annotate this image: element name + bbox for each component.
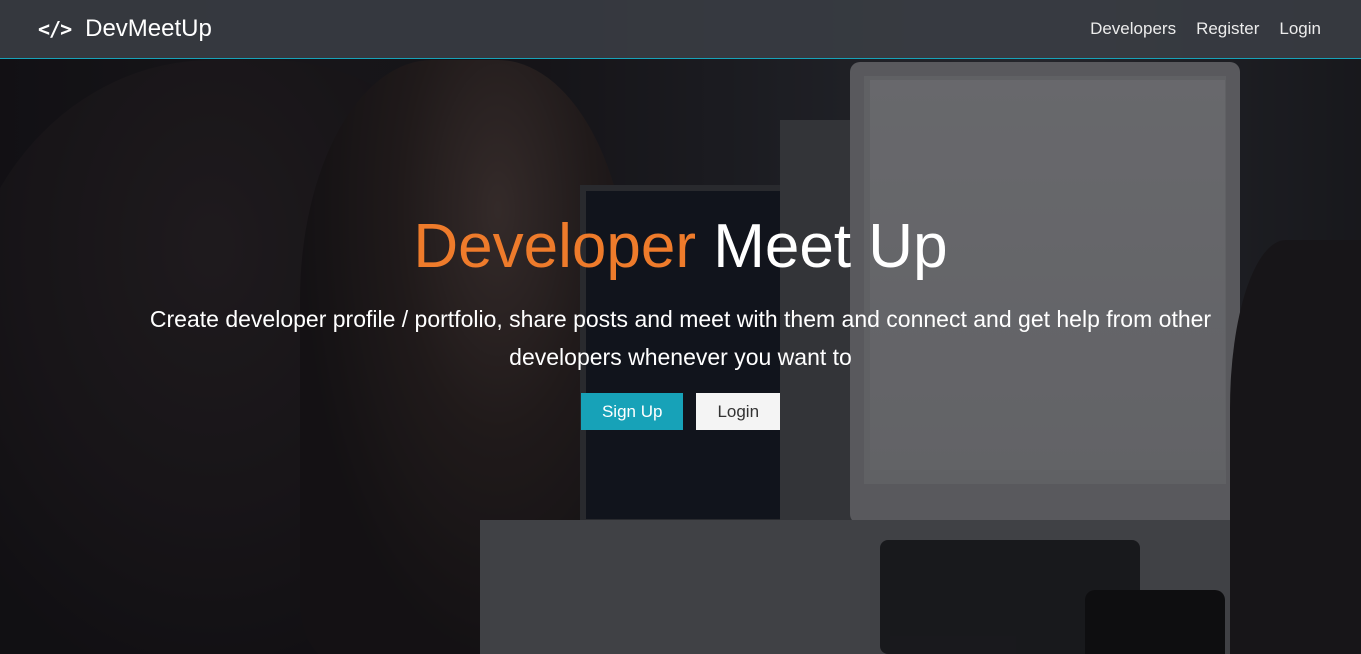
brand-name: DevMeetUp xyxy=(85,15,212,42)
nav-link-register[interactable]: Register xyxy=(1196,19,1259,39)
brand-link[interactable]: </> DevMeetUp xyxy=(38,15,212,43)
hero-title-rest: Meet Up xyxy=(713,212,948,281)
hero-lead-text: Create developer profile / portfolio, sh… xyxy=(149,306,1212,371)
nav-link-login[interactable]: Login xyxy=(1279,19,1321,39)
sign-up-button[interactable]: Sign Up xyxy=(580,393,684,431)
hero-title: Developer Meet Up xyxy=(0,210,1361,284)
hero-title-accent: Developer xyxy=(413,212,697,281)
login-button[interactable]: Login xyxy=(696,393,781,431)
code-icon: </> xyxy=(38,17,72,41)
navbar: </> DevMeetUp Developers Register Login xyxy=(0,0,1361,59)
nav-links: Developers Register Login xyxy=(1090,19,1321,39)
nav-link-developers[interactable]: Developers xyxy=(1090,19,1176,39)
hero-section: Developer Meet Up Create developer profi… xyxy=(0,210,1361,431)
hero-buttons: Sign Up Login xyxy=(0,393,1361,431)
